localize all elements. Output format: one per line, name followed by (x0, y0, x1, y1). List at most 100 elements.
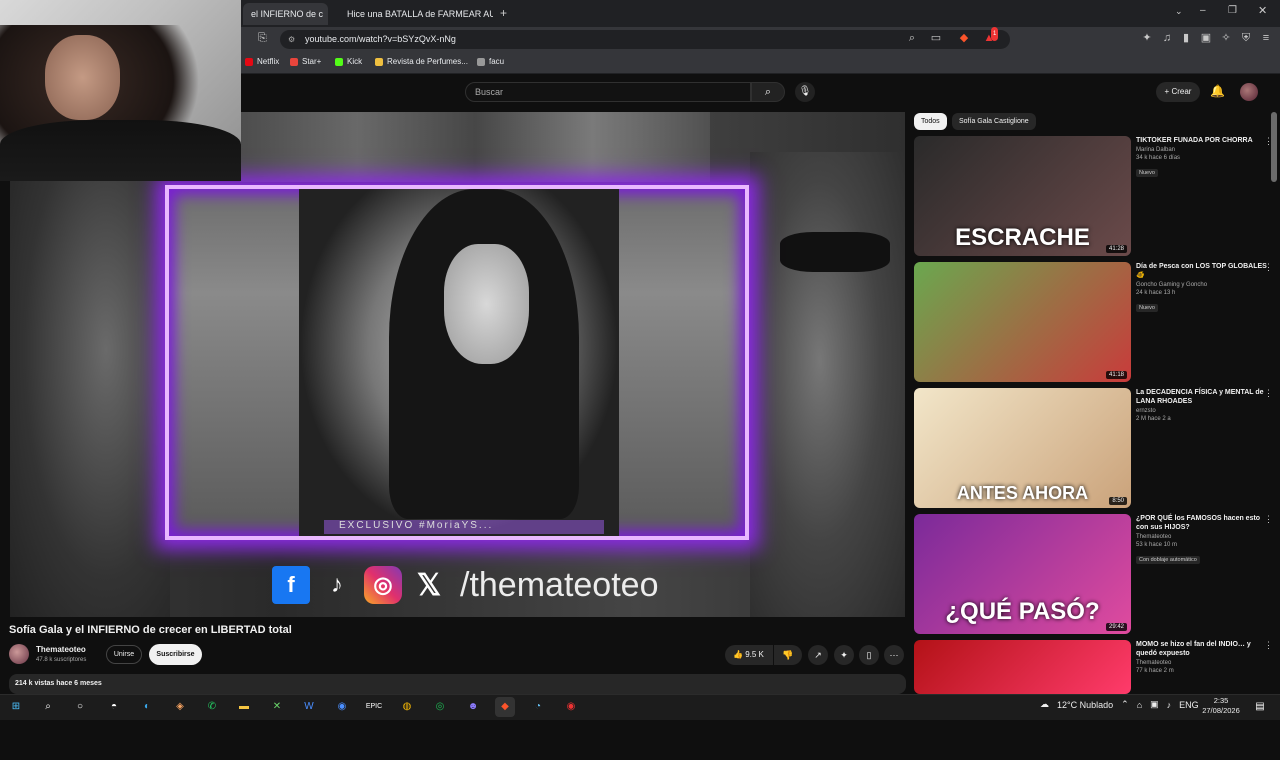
recommendation-card[interactable]: ANTES AHORA 8:50 La DECADENCIA FÍSICA y … (914, 388, 1274, 508)
ethernet-icon[interactable]: ▣ (1150, 699, 1159, 710)
create-button[interactable]: + Crear (1156, 82, 1200, 102)
share-button[interactable]: ↗ (808, 645, 828, 665)
spotify-icon[interactable]: ◎ (430, 697, 450, 717)
steam-icon[interactable]: ◔ (528, 697, 548, 717)
recommendation-card[interactable]: ESCRACHE 41:28 TIKTOKER FUNADA POR CHORR… (914, 136, 1274, 256)
video-card-channel[interactable]: Themateoteo (1136, 660, 1271, 666)
weather-text[interactable]: 12°C Nublado (1057, 700, 1113, 710)
tab-inactive[interactable]: Hice una BATALLA de FARMEAR AUR × (333, 3, 493, 25)
video-card-title[interactable]: La DECADENCIA FÍSICA y MENTAL de LANA RH… (1136, 388, 1271, 406)
chip-all[interactable]: Todos (914, 113, 947, 130)
zoom-icon[interactable]: ⌕ (905, 31, 919, 45)
search-input[interactable]: Buscar (465, 82, 751, 102)
chip-sofia-gala[interactable]: Sofía Gala Castiglione (952, 113, 1036, 130)
volume-icon[interactable]: ♪ (1167, 700, 1172, 710)
video-card-title[interactable]: TIKTOKER FUNADA POR CHORRA (1136, 136, 1271, 145)
video-card-channel[interactable]: Themateoteo (1136, 534, 1271, 540)
search-button[interactable]: ⌕ (751, 82, 785, 102)
media-icon[interactable]: ♫ (1160, 31, 1174, 45)
video-card-channel[interactable]: ernzsto (1136, 408, 1271, 414)
recommendation-card[interactable]: 41:18 Día de Pesca con LOS TOP GLOBALES … (914, 262, 1274, 382)
edge-icon[interactable]: ◐ (137, 697, 157, 717)
leo-icon[interactable]: ✧ (1219, 31, 1233, 45)
new-tab-button[interactable]: + (500, 6, 507, 20)
video-thumbnail[interactable]: ¿QUÉ PASÓ? 29:42 (914, 514, 1131, 634)
video-thumbnail[interactable]: 41:18 (914, 262, 1131, 382)
video-card-title[interactable]: Día de Pesca con LOS TOP GLOBALES 🐠 (1136, 262, 1271, 280)
search-taskbar-icon[interactable]: ⌕ (38, 697, 58, 717)
video-card-badge: Nuevo (1136, 304, 1158, 312)
like-button[interactable]: 👍 9.5 K (725, 645, 773, 665)
whatsapp-icon[interactable]: ✆ (202, 697, 222, 717)
bookmark-icon[interactable]: ⎘ (258, 32, 267, 45)
maximize-icon[interactable]: ❐ (1228, 5, 1237, 16)
network-icon[interactable]: ⌂ (1137, 700, 1142, 710)
dislike-button[interactable]: 👎 (774, 645, 802, 665)
game-app-icon[interactable]: ◓ (104, 697, 124, 717)
more-actions-button[interactable]: ⋯ (884, 645, 904, 665)
page-icon (477, 57, 485, 66)
card-menu-icon[interactable]: ⋮ (1264, 388, 1273, 399)
video-player[interactable]: EXCLUSIVO #MoriaYS... f ♪ ◎ 𝕏 /thematеot… (10, 112, 905, 617)
recommendation-card[interactable]: ¿QUÉ PASÓ? 29:42 ¿POR QUÉ los FAMOSOS ha… (914, 514, 1274, 634)
chrome-icon[interactable]: ◍ (397, 697, 417, 717)
card-menu-icon[interactable]: ⋮ (1264, 262, 1273, 273)
cortana-icon[interactable]: ○ (70, 697, 90, 717)
xbox-icon[interactable]: ✕ (267, 697, 287, 717)
extensions-icon[interactable]: ✦ (1140, 31, 1154, 45)
file-explorer-icon[interactable]: ▬ (234, 697, 254, 717)
notifications-bell-icon[interactable]: 🔔 (1210, 84, 1225, 98)
video-thumbnail[interactable]: ANTES AHORA 8:50 (914, 388, 1131, 508)
card-menu-icon[interactable]: ⋮ (1264, 640, 1273, 651)
wallet-icon[interactable]: ▣ (1199, 31, 1213, 45)
vpn-icon[interactable]: ⛨ (1239, 31, 1253, 45)
video-card-title[interactable]: ¿POR QUÉ los FAMOSOS hacen esto con sus … (1136, 514, 1271, 532)
video-thumbnail[interactable]: ESCRACHE 41:28 (914, 136, 1131, 256)
ea-app-icon[interactable]: ◉ (332, 697, 352, 717)
join-button[interactable]: Unirse (106, 645, 142, 664)
account-avatar[interactable] (1240, 83, 1258, 101)
description-box[interactable] (9, 674, 906, 694)
brave-taskbar-icon[interactable]: ◆ (495, 697, 515, 717)
discord-icon[interactable]: ☻ (463, 697, 483, 717)
video-thumbnail[interactable] (914, 640, 1131, 694)
clock[interactable]: 2:35 27/08/2026 (1200, 696, 1242, 716)
close-window-icon[interactable]: ✕ (1258, 4, 1267, 17)
url-field[interactable]: ⚙ youtube.com/watch?v=bSYzQvX-nNg (280, 30, 1010, 49)
voice-search-button[interactable]: 🎙 (795, 82, 815, 102)
notifications-icon[interactable]: ▤ (1250, 697, 1270, 717)
subscribe-button[interactable]: Suscribirse (149, 644, 202, 665)
video-card-channel[interactable]: Goncho Gaming y Goncho (1136, 282, 1271, 288)
app-shield-icon[interactable]: ◈ (170, 697, 190, 717)
video-card-meta: 77 k hace 2 m (1136, 668, 1174, 674)
bookmark-facu[interactable]: facu (477, 57, 504, 66)
menu-icon[interactable]: ≡ (1259, 31, 1273, 45)
video-card-title[interactable]: MOMO se hizo el fan del INDIO… y quedó e… (1136, 640, 1271, 658)
channel-name[interactable]: Themateoteo (36, 645, 86, 654)
sidebar-icon[interactable]: ▮ (1179, 31, 1193, 45)
epic-games-icon[interactable]: EPIC (364, 697, 384, 717)
social-handles: f ♪ ◎ 𝕏 /thematеoteo (272, 564, 658, 606)
video-card-channel[interactable]: Marina Dalban (1136, 147, 1271, 153)
save-button[interactable]: ▯ (859, 645, 879, 665)
tab-search-icon[interactable]: ⌄ (1175, 6, 1183, 17)
tray-chevron-icon[interactable]: ⌃ (1121, 699, 1129, 710)
obs-icon[interactable]: ◉ (561, 697, 581, 717)
tab-active[interactable]: el INFIERNO de c × (243, 3, 328, 25)
bookmark-starplus[interactable]: Star+ (290, 57, 321, 66)
ask-button[interactable]: ✦ (834, 645, 854, 665)
channel-avatar[interactable] (9, 644, 29, 664)
minimize-icon[interactable]: – (1200, 5, 1206, 16)
language-indicator[interactable]: ENG (1179, 700, 1199, 710)
bookmark-folder[interactable]: Revista de Perfumes... (375, 57, 468, 66)
card-menu-icon[interactable]: ⋮ (1264, 514, 1273, 525)
site-info-icon[interactable]: ⚙ (288, 30, 295, 49)
windows-start-icon[interactable]: ⊞ (6, 697, 26, 717)
page-scrollbar[interactable] (1271, 112, 1277, 182)
brave-shield-icon[interactable]: ◆ (957, 31, 971, 45)
rewards-icon[interactable]: ▲ 1 (982, 27, 999, 45)
word-icon[interactable]: W (299, 697, 319, 717)
bookmark-netflix[interactable]: Netflix (245, 57, 279, 66)
bookmark-kick[interactable]: Kick (335, 57, 362, 66)
cast-icon[interactable]: ▭ (929, 31, 943, 45)
